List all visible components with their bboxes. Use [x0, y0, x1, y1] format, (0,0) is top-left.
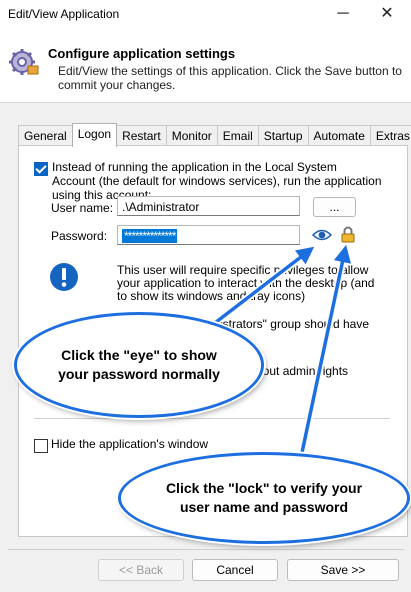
info-text: This user will require specific privileg… — [117, 263, 375, 303]
lock-icon[interactable] — [341, 226, 355, 243]
tab-restart[interactable]: Restart — [116, 125, 167, 146]
info-icon — [50, 263, 78, 291]
hide-windows-checkbox[interactable] — [34, 439, 48, 453]
cancel-button[interactable]: Cancel — [192, 559, 278, 581]
password-field[interactable]: ************** — [117, 225, 300, 245]
minimize-button[interactable]: ─ — [328, 3, 358, 25]
password-value: ************** — [122, 229, 178, 243]
use-account-checkbox[interactable] — [34, 162, 48, 176]
tab-general[interactable]: General — [18, 125, 73, 146]
tab-email[interactable]: Email — [216, 125, 259, 146]
footer-separator — [8, 549, 404, 550]
tab-startup[interactable]: Startup — [257, 125, 309, 146]
window-title: Edit/View Application — [8, 7, 120, 21]
lock-callout-text: Click the "lock" to verify your user nam… — [165, 480, 363, 515]
eye-callout: Click the "eye" to show your password no… — [14, 312, 264, 418]
hide-windows-label: Hide the application's window — [51, 437, 209, 451]
header-title: Configure application settings — [48, 46, 236, 61]
separator — [34, 418, 390, 419]
tab-automate[interactable]: Automate — [307, 125, 371, 146]
username-field[interactable]: .\Administrator — [117, 196, 300, 216]
gear-icon — [9, 49, 39, 75]
back-button[interactable]: << Back — [98, 559, 184, 581]
dialog-header: Configure application settings Edit/View… — [0, 30, 411, 103]
close-button[interactable]: ✕ — [372, 3, 402, 25]
tab-extras[interactable]: Extras — [369, 125, 411, 146]
title-bar: Edit/View Application ─ ✕ — [0, 0, 411, 30]
tab-logon[interactable]: Logon — [71, 123, 118, 147]
header-description: Edit/View the settings of this applicati… — [58, 64, 402, 92]
tab-strip: General Logon Restart Monitor Email Star… — [18, 123, 411, 147]
tab-monitor[interactable]: Monitor — [165, 125, 218, 146]
username-label: User name: — [51, 201, 114, 215]
info-text-3: hout admin rights — [256, 364, 349, 378]
password-label: Password: — [51, 229, 108, 243]
browse-user-button[interactable]: ... — [313, 197, 356, 217]
eye-callout-text: Click the "eye" to show your password no… — [58, 347, 220, 382]
lock-callout: Click the "lock" to verify your user nam… — [118, 452, 410, 544]
save-button[interactable]: Save >> — [287, 559, 399, 581]
eye-icon[interactable] — [312, 228, 332, 242]
